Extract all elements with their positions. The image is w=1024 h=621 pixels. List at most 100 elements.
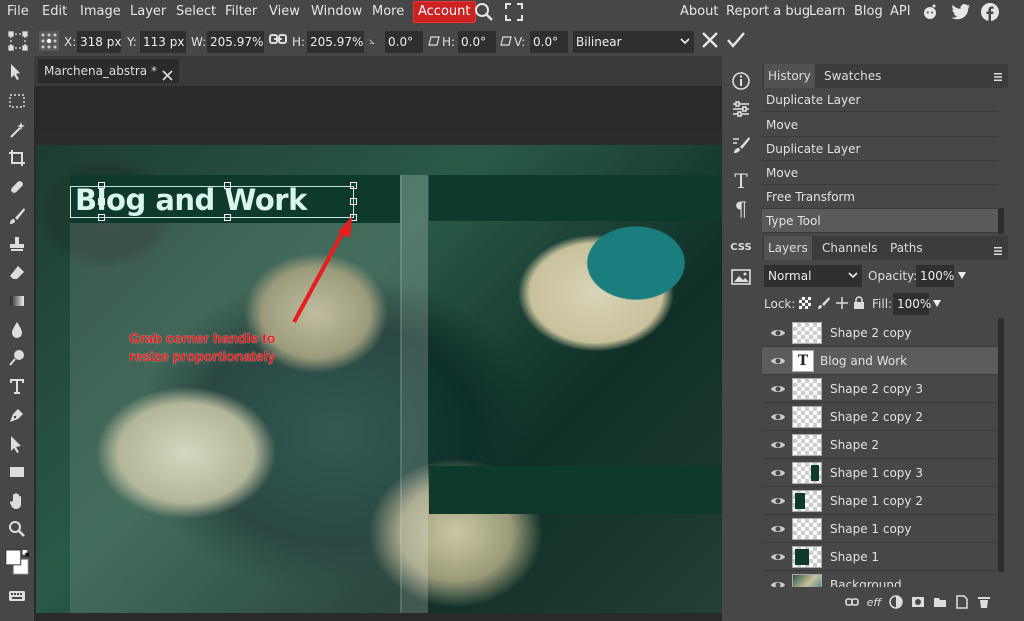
transform-handle-bottom-left[interactable] bbox=[98, 214, 105, 221]
reference-point-icon[interactable] bbox=[39, 31, 59, 53]
angle-input[interactable]: 0.0° bbox=[385, 31, 423, 53]
shape-right-top-band[interactable] bbox=[429, 175, 722, 221]
dodge-tool-icon[interactable] bbox=[4, 346, 30, 370]
eye-icon[interactable] bbox=[770, 327, 786, 342]
x-position-input[interactable]: 318 px bbox=[77, 31, 121, 53]
menu-filter[interactable]: Filter bbox=[225, 0, 257, 24]
transform-handle-middle-left[interactable] bbox=[98, 198, 105, 205]
eye-icon[interactable] bbox=[770, 495, 786, 510]
adjustment-layer-icon[interactable] bbox=[888, 594, 904, 610]
magic-wand-icon[interactable] bbox=[4, 118, 30, 142]
transform-handle-bottom-middle[interactable] bbox=[224, 214, 231, 221]
layer-row[interactable]: Shape 2 copy bbox=[762, 319, 998, 347]
brush-settings-icon[interactable] bbox=[726, 132, 756, 158]
search-icon[interactable] bbox=[474, 2, 494, 26]
menu-file[interactable]: File bbox=[7, 0, 29, 24]
interpolation-select[interactable]: Bilinear bbox=[573, 31, 694, 53]
transform-handle-middle-right[interactable] bbox=[350, 198, 357, 205]
layer-row[interactable]: Shape 2 copy 3 bbox=[762, 375, 998, 403]
menu-more[interactable]: More bbox=[372, 0, 404, 24]
layer-effects-icon[interactable]: eff bbox=[866, 594, 882, 610]
image-panel-icon[interactable] bbox=[726, 264, 756, 290]
layers-scrollbar[interactable] bbox=[998, 318, 1004, 572]
type-tool-icon[interactable] bbox=[4, 374, 30, 398]
menu-select[interactable]: Select bbox=[176, 0, 216, 24]
layer-row[interactable]: Shape 1 copy 3 bbox=[762, 459, 998, 487]
eye-icon[interactable] bbox=[770, 383, 786, 398]
paragraph-panel-icon[interactable]: ¶ bbox=[726, 196, 756, 222]
info-icon[interactable] bbox=[726, 68, 756, 94]
clone-stamp-icon[interactable] bbox=[4, 232, 30, 256]
menu-layer[interactable]: Layer bbox=[130, 0, 166, 24]
eraser-tool-icon[interactable] bbox=[4, 261, 30, 285]
pen-tool-icon[interactable] bbox=[4, 403, 30, 427]
new-layer-icon[interactable] bbox=[954, 594, 970, 610]
marquee-tool-icon[interactable] bbox=[4, 89, 30, 113]
brush-tool-icon[interactable] bbox=[4, 204, 30, 228]
new-group-icon[interactable] bbox=[932, 594, 948, 610]
document-tab[interactable]: Marchena_abstra * bbox=[38, 59, 179, 83]
link-layers-icon[interactable] bbox=[844, 594, 860, 610]
eye-icon[interactable] bbox=[770, 439, 786, 454]
link-ratio-icon[interactable] bbox=[269, 31, 287, 53]
layer-row[interactable]: Shape 2 bbox=[762, 431, 998, 459]
adjustments-icon[interactable] bbox=[726, 96, 756, 122]
facebook-icon[interactable] bbox=[981, 3, 999, 27]
shape-tool-icon[interactable] bbox=[4, 460, 30, 484]
css-panel-button[interactable]: CSS bbox=[726, 234, 756, 260]
delete-layer-icon[interactable] bbox=[976, 594, 992, 610]
layer-mask-icon[interactable] bbox=[910, 594, 926, 610]
menu-edit[interactable]: Edit bbox=[42, 0, 67, 24]
transform-handle-top-right[interactable] bbox=[350, 182, 357, 189]
move-tool-icon[interactable] bbox=[4, 60, 30, 84]
twitter-icon[interactable] bbox=[951, 3, 971, 27]
character-panel-icon[interactable]: T bbox=[726, 168, 756, 194]
color-swatches[interactable] bbox=[4, 547, 30, 579]
confirm-transform-icon[interactable] bbox=[726, 30, 746, 52]
layer-row[interactable]: Shape 1 copy bbox=[762, 515, 998, 543]
height-input[interactable]: 205.97% bbox=[307, 31, 364, 53]
menu-api[interactable]: API bbox=[890, 0, 911, 24]
transform-handle-top-left[interactable] bbox=[98, 182, 105, 189]
menu-view[interactable]: View bbox=[269, 0, 300, 24]
path-select-icon[interactable] bbox=[4, 432, 30, 456]
healing-brush-icon[interactable] bbox=[4, 175, 30, 199]
h-skew-input[interactable]: 0.0° bbox=[458, 31, 496, 53]
layer-row[interactable]: Background bbox=[762, 571, 998, 587]
eye-icon[interactable] bbox=[770, 523, 786, 538]
zoom-tool-icon[interactable] bbox=[4, 517, 30, 541]
keyboard-icon[interactable] bbox=[4, 584, 30, 608]
blur-tool-icon[interactable] bbox=[4, 318, 30, 342]
eye-icon[interactable] bbox=[770, 355, 786, 370]
panel-icon-column: T ¶ CSS bbox=[722, 56, 760, 621]
eye-icon[interactable] bbox=[770, 579, 786, 587]
eye-icon[interactable] bbox=[770, 411, 786, 426]
layer-row[interactable]: Shape 1 bbox=[762, 543, 998, 571]
menu-about[interactable]: About bbox=[680, 0, 718, 24]
eye-icon[interactable] bbox=[770, 551, 786, 566]
cancel-transform-icon[interactable] bbox=[700, 30, 720, 52]
shape-right-bottom-band[interactable] bbox=[429, 466, 722, 514]
canvas-title-text[interactable]: Blog and Work bbox=[75, 183, 307, 217]
v-skew-input[interactable]: 0.0° bbox=[530, 31, 568, 53]
y-position-input[interactable]: 113 px bbox=[140, 31, 186, 53]
crop-tool-icon[interactable] bbox=[4, 146, 30, 170]
transform-handle-top-middle[interactable] bbox=[224, 182, 231, 189]
menu-window[interactable]: Window bbox=[311, 0, 362, 24]
fullscreen-icon[interactable] bbox=[505, 3, 523, 27]
reddit-icon[interactable] bbox=[921, 3, 939, 27]
hand-tool-icon[interactable] bbox=[4, 489, 30, 513]
layer-row[interactable]: Shape 2 copy 2 bbox=[762, 403, 998, 431]
layer-row[interactable]: T Blog and Work bbox=[762, 347, 998, 375]
layer-row[interactable]: Shape 1 copy 2 bbox=[762, 487, 998, 515]
width-input[interactable]: 205.97% bbox=[207, 31, 264, 53]
close-tab-icon[interactable] bbox=[162, 65, 173, 89]
eye-icon[interactable] bbox=[770, 467, 786, 482]
menu-report-bug[interactable]: Report a bug bbox=[726, 0, 810, 24]
account-button[interactable]: Account bbox=[413, 1, 476, 23]
gradient-tool-icon[interactable] bbox=[4, 289, 30, 313]
menu-learn[interactable]: Learn bbox=[809, 0, 845, 24]
transform-tool-icon[interactable] bbox=[8, 31, 28, 53]
menu-image[interactable]: Image bbox=[80, 0, 121, 24]
menu-blog[interactable]: Blog bbox=[854, 0, 883, 24]
